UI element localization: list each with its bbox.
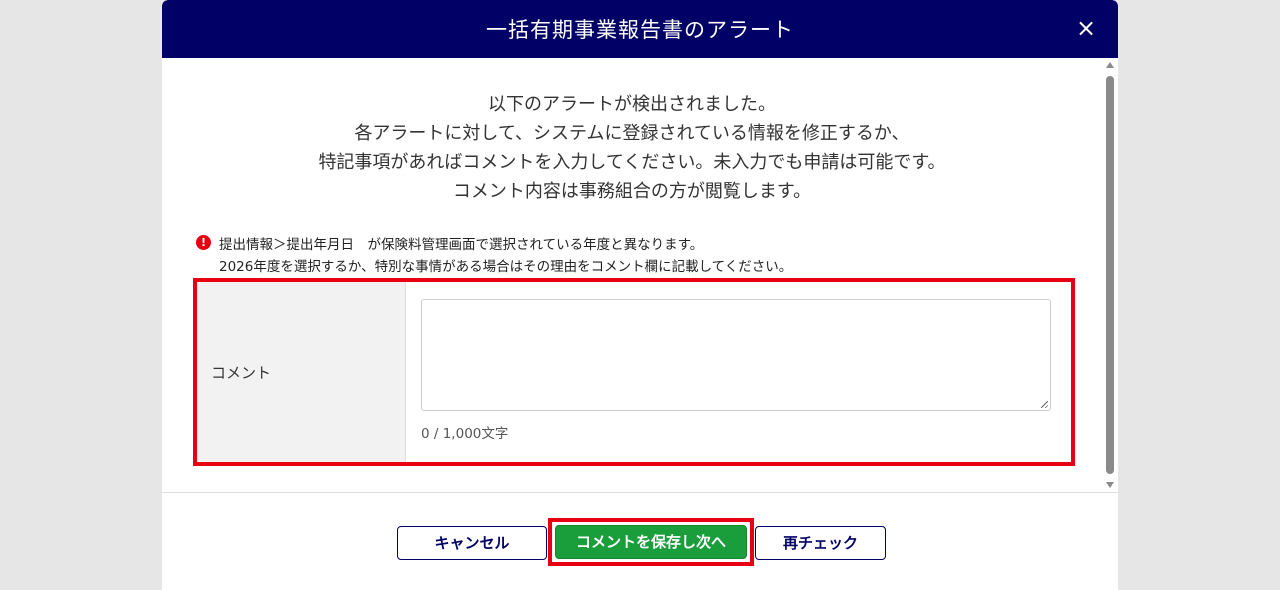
exclamation-circle-icon: ! (196, 235, 211, 250)
comment-label: コメント (211, 364, 272, 382)
scroll-thumb[interactable] (1106, 76, 1114, 474)
intro-message: 以下のアラートが検出されました。 各アラートに対して、システムに登録されている情… (222, 90, 1042, 206)
alert-line: 提出情報＞提出年月日 が保険料管理画面で選択されている年度と異なります。 (219, 237, 704, 253)
alert-dialog: 一括有期事業報告書のアラート × 以下のアラートが検出されました。 各アラートに… (162, 0, 1118, 590)
scroll-down-icon[interactable] (1106, 482, 1114, 488)
dialog-title: 一括有期事業報告書のアラート (486, 18, 794, 42)
intro-line: 特記事項があればコメントを入力してください。未入力でも申請は可能です。 (318, 152, 946, 173)
scroll-up-icon[interactable] (1106, 62, 1114, 68)
recheck-button[interactable]: 再チェック (755, 526, 886, 560)
save-and-next-button[interactable]: コメントを保存し次へ (555, 525, 747, 559)
char-count: 0 / 1,000文字 (421, 426, 509, 442)
resize-grip-icon[interactable] (1041, 401, 1048, 408)
intro-line: コメント内容は事務組合の方が閲覧します。 (452, 181, 812, 202)
close-icon[interactable]: × (1072, 14, 1100, 42)
dialog-header: 一括有期事業報告書のアラート × (162, 0, 1118, 58)
comment-textarea[interactable] (421, 299, 1051, 411)
alert-line: 2026年度を選択するか、特別な事情がある場合はその理由をコメント欄に記載してく… (219, 259, 793, 275)
intro-line: 各アラートに対して、システムに登録されている情報を修正するか、 (354, 123, 910, 144)
comment-section-highlight: コメント 0 / 1,000文字 (193, 278, 1075, 466)
cancel-button[interactable]: キャンセル (397, 526, 547, 560)
dialog-body: 以下のアラートが検出されました。 各アラートに対して、システムに登録されている情… (162, 58, 1118, 492)
alert-message: 提出情報＞提出年月日 が保険料管理画面で選択されている年度と異なります。 202… (219, 234, 792, 278)
intro-line: 以下のアラートが検出されました。 (488, 94, 776, 115)
comment-label-cell: コメント (197, 282, 406, 462)
dialog-footer: キャンセル コメントを保存し次へ 再チェック (162, 492, 1118, 590)
scrollbar[interactable] (1104, 60, 1116, 490)
